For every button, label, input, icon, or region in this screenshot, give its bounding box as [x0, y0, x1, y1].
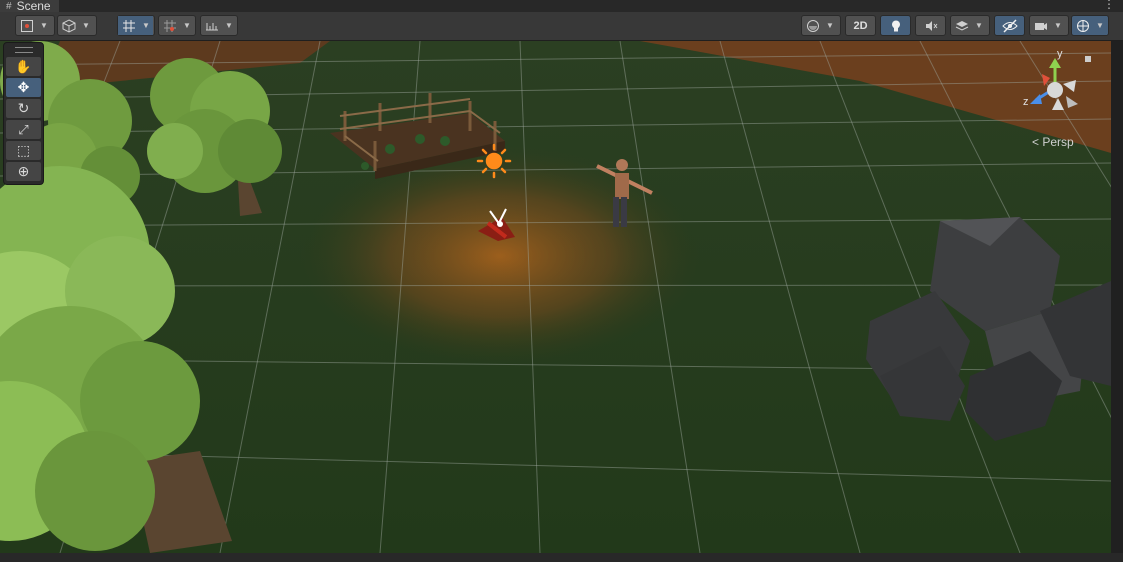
snap-increment-icon [159, 16, 180, 35]
transform-tool-button[interactable]: ⊕ [6, 162, 41, 181]
hand-tool-button[interactable]: ✋ [6, 57, 41, 76]
rotate-icon: ↻ [17, 100, 30, 116]
chevron-down-icon: ▼ [975, 21, 983, 30]
move-icon: ✥ [17, 79, 30, 95]
ruler-dropdown[interactable]: ▼ [200, 15, 238, 36]
sphere-icon [802, 16, 823, 35]
lock-icon[interactable] [1085, 56, 1091, 62]
chevron-left-icon: < [1032, 135, 1040, 149]
gizmo-z-label: z [1023, 96, 1029, 108]
point-light-gizmo [476, 143, 512, 179]
point-light-glow [300, 146, 700, 366]
camera-dropdown[interactable]: ▼ [1029, 15, 1069, 36]
2d-toggle-label: 2D [853, 19, 868, 32]
gizmos-dropdown[interactable]: ▼ [1071, 15, 1109, 36]
effects-dropdown[interactable]: ▼ [950, 15, 990, 36]
rect-icon: ⬚ [16, 142, 31, 158]
2d-toggle-button[interactable]: 2D [845, 15, 876, 36]
transform-icon: ⊕ [17, 163, 30, 179]
rotate-tool-button[interactable]: ↻ [6, 99, 41, 118]
grid-hash-icon: # [6, 0, 12, 12]
grid-snap-toggle[interactable]: ▼ [117, 15, 155, 36]
move-tool-button[interactable]: ✥ [6, 78, 41, 97]
gizmo-globe-icon [1072, 16, 1093, 35]
hand-icon: ✋ [15, 58, 32, 74]
gizmo-y-label: y [1057, 48, 1063, 60]
bottom-status-bar [0, 553, 1123, 562]
chevron-down-icon: ▼ [1054, 21, 1062, 30]
chevron-down-icon: ▼ [139, 16, 153, 35]
tab-scene[interactable]: # Scene [0, 0, 59, 13]
cube-icon [58, 16, 79, 35]
chevron-down-icon: ▼ [1093, 16, 1107, 35]
lightbulb-icon [885, 16, 906, 35]
scale-icon: ⤢ [18, 121, 29, 137]
increment-snap-dropdown[interactable]: ▼ [158, 15, 196, 36]
lighting-toggle[interactable] [880, 15, 911, 36]
tab-menu-button[interactable]: ⋮ [1103, 0, 1115, 11]
chevron-down-icon: ▼ [183, 21, 191, 30]
ruler-icon [201, 16, 222, 35]
chevron-down-icon: ▼ [82, 21, 90, 30]
scene-toolbar: ▼ ▼ ▼ ▼ ▼ ▼ 2D ▼ ▼ ▼ [0, 12, 1123, 41]
rect-tool-button[interactable]: ⬚ [6, 141, 41, 160]
camera-icon [1030, 16, 1051, 35]
eye-slash-icon [999, 16, 1020, 35]
shading-mode-dropdown[interactable]: ▼ [801, 15, 841, 36]
grid-snap-icon [118, 16, 139, 35]
projection-text: Persp [1042, 135, 1074, 149]
overlay-grip-handle[interactable] [6, 45, 41, 55]
draw-mode-dropdown[interactable]: ▼ [15, 15, 55, 36]
scale-tool-button[interactable]: ⤢ [6, 120, 41, 139]
layers-icon [951, 16, 972, 35]
scene-viewport[interactable] [0, 41, 1111, 553]
tools-overlay: ✋ ✥ ↻ ⤢ ⬚ ⊕ [3, 42, 44, 185]
chevron-down-icon: ▼ [40, 21, 48, 30]
vertical-scrollbar[interactable] [1111, 41, 1123, 553]
hidden-objects-toggle[interactable] [994, 15, 1025, 36]
gizmo-draw-icon [16, 16, 37, 35]
audio-mute-icon [920, 16, 941, 35]
chevron-down-icon: ▼ [225, 21, 233, 30]
chevron-down-icon: ▼ [826, 21, 834, 30]
audio-toggle[interactable] [915, 15, 946, 36]
render-mode-dropdown[interactable]: ▼ [57, 15, 97, 36]
projection-label[interactable]: < Persp [1032, 135, 1074, 149]
